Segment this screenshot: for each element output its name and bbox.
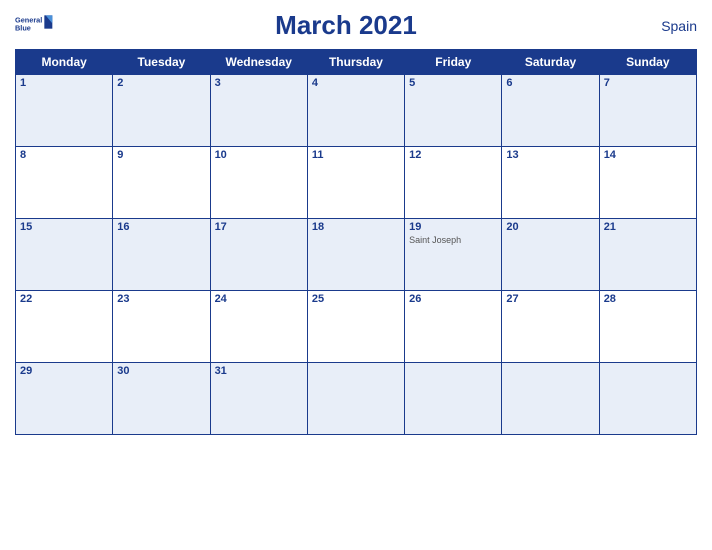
day-20: 20 — [502, 219, 599, 291]
header-friday: Friday — [405, 50, 502, 75]
header-monday: Monday — [16, 50, 113, 75]
day-1: 1 — [16, 75, 113, 147]
day-16: 16 — [113, 219, 210, 291]
day-30: 30 — [113, 363, 210, 435]
day-25: 25 — [307, 291, 404, 363]
day-31: 31 — [210, 363, 307, 435]
day-7: 7 — [599, 75, 696, 147]
svg-text:Blue: Blue — [15, 23, 31, 32]
country-label: Spain — [637, 18, 697, 34]
day-empty-3 — [502, 363, 599, 435]
day-15: 15 — [16, 219, 113, 291]
day-9: 9 — [113, 147, 210, 219]
day-26: 26 — [405, 291, 502, 363]
day-17: 17 — [210, 219, 307, 291]
day-14: 14 — [599, 147, 696, 219]
weekday-header-row: Monday Tuesday Wednesday Thursday Friday… — [16, 50, 697, 75]
header-tuesday: Tuesday — [113, 50, 210, 75]
day-13: 13 — [502, 147, 599, 219]
day-3: 3 — [210, 75, 307, 147]
calendar-header: General Blue March 2021 Spain — [15, 10, 697, 41]
week-row-3: 15 16 17 18 19 Saint Joseph 20 21 — [16, 219, 697, 291]
day-2: 2 — [113, 75, 210, 147]
header-saturday: Saturday — [502, 50, 599, 75]
day-11: 11 — [307, 147, 404, 219]
header-sunday: Sunday — [599, 50, 696, 75]
week-row-1: 1 2 3 4 5 6 7 — [16, 75, 697, 147]
day-23: 23 — [113, 291, 210, 363]
day-19: 19 Saint Joseph — [405, 219, 502, 291]
week-row-2: 8 9 10 11 12 13 14 — [16, 147, 697, 219]
day-28: 28 — [599, 291, 696, 363]
day-24: 24 — [210, 291, 307, 363]
day-18: 18 — [307, 219, 404, 291]
day-empty-1 — [307, 363, 404, 435]
day-8: 8 — [16, 147, 113, 219]
day-29: 29 — [16, 363, 113, 435]
day-10: 10 — [210, 147, 307, 219]
day-27: 27 — [502, 291, 599, 363]
day-22: 22 — [16, 291, 113, 363]
day-21: 21 — [599, 219, 696, 291]
week-row-4: 22 23 24 25 26 27 28 — [16, 291, 697, 363]
day-6: 6 — [502, 75, 599, 147]
calendar-table: Monday Tuesday Wednesday Thursday Friday… — [15, 49, 697, 435]
day-empty-2 — [405, 363, 502, 435]
header-thursday: Thursday — [307, 50, 404, 75]
header-wednesday: Wednesday — [210, 50, 307, 75]
day-4: 4 — [307, 75, 404, 147]
month-title: March 2021 — [55, 10, 637, 41]
calendar-page: General Blue March 2021 Spain Monday Tue… — [0, 0, 712, 550]
day-12: 12 — [405, 147, 502, 219]
day-empty-4 — [599, 363, 696, 435]
week-row-5: 29 30 31 — [16, 363, 697, 435]
logo: General Blue — [15, 12, 55, 40]
day-5: 5 — [405, 75, 502, 147]
